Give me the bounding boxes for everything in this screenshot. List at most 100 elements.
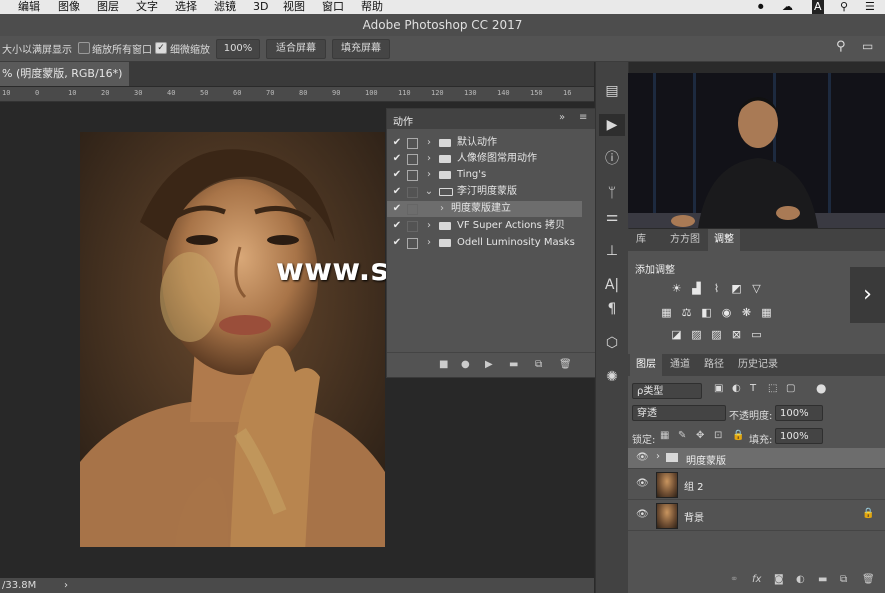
brightness-icon[interactable]: ☀ [670, 283, 683, 294]
new-group-icon[interactable]: ▬ [818, 574, 827, 585]
toggle-check-icon[interactable]: ✔ [391, 218, 403, 234]
toggle-check-icon[interactable]: ✔ [391, 184, 403, 200]
menu-type[interactable]: 文字 [136, 0, 158, 14]
search-icon[interactable]: ⚲ [840, 0, 848, 14]
menu-layer[interactable]: 图层 [97, 0, 119, 14]
blend-mode-select[interactable]: 穿透 [632, 405, 726, 421]
fit-screen-button[interactable]: 适合屏幕 [266, 39, 326, 59]
expand-arrow-icon[interactable]: › [437, 201, 447, 217]
levels-icon[interactable]: ▟ [690, 283, 703, 294]
3d-cube-icon[interactable]: ⬡ [599, 332, 625, 354]
status-arrow-icon[interactable]: › [64, 578, 68, 593]
tab-layers[interactable]: 图层 [630, 354, 662, 376]
fill-input[interactable]: 100% [775, 428, 823, 444]
video-icon[interactable]: ⏺ [758, 0, 764, 14]
dialog-toggle-icon[interactable] [407, 154, 418, 165]
action-row-selected[interactable]: ✔ › 明度蒙版建立 [387, 201, 582, 217]
character-icon[interactable]: A| [599, 274, 625, 296]
toggle-check-icon[interactable]: ✔ [391, 167, 403, 183]
filter-pixel-icon[interactable]: ▣ [714, 383, 723, 394]
play-icon[interactable]: ▶ [485, 359, 493, 370]
expand-arrow-icon[interactable]: › [424, 235, 434, 251]
actions-play-icon[interactable]: ▶ [599, 114, 625, 136]
filter-type-icon[interactable]: T [750, 383, 756, 394]
filter-adjustment-icon[interactable]: ◐ [732, 383, 741, 394]
tab-history[interactable]: 历史记录 [732, 354, 784, 376]
eye-icon[interactable]: 👁 [636, 478, 649, 489]
filter-toggle-icon[interactable]: ● [816, 381, 826, 395]
photo-filter-icon[interactable]: ◉ [720, 307, 733, 318]
dialog-toggle-icon[interactable] [407, 221, 418, 232]
lock-artboard-icon[interactable]: ⊡ [714, 430, 722, 441]
dialog-toggle-icon[interactable] [407, 138, 418, 149]
color-balance-icon[interactable]: ⚖ [680, 307, 693, 318]
workspace-icon[interactable]: ▭ [862, 39, 873, 53]
gradient-map-icon[interactable]: ▭ [750, 329, 763, 340]
menu-3d[interactable]: 3D [253, 0, 268, 14]
menu-select[interactable]: 选择 [175, 0, 197, 14]
eye-icon[interactable]: 👁 [636, 509, 649, 520]
add-mask-icon[interactable]: ◙ [774, 574, 784, 585]
toggle-check-icon[interactable]: ✔ [391, 235, 403, 251]
opacity-input[interactable]: 100% [775, 405, 823, 421]
tab-libraries[interactable]: 库 [630, 229, 652, 251]
black-white-icon[interactable]: ◧ [700, 307, 713, 318]
adobe-icon[interactable]: A [812, 0, 824, 14]
lock-image-icon[interactable]: ✎ [678, 430, 686, 441]
layer-row-selected[interactable]: 👁 › 明度蒙版 [628, 448, 885, 469]
posterize-icon[interactable]: ▨ [690, 329, 703, 340]
fill-screen-button[interactable]: 填充屏幕 [332, 39, 390, 59]
layer-filter-select[interactable]: ρ类型 [632, 383, 702, 399]
lock-position-icon[interactable]: ✥ [696, 430, 704, 441]
trash-icon[interactable]: 🗑 [559, 359, 572, 370]
eye-icon[interactable]: 👁 [636, 452, 649, 463]
trash-icon[interactable]: 🗑 [862, 574, 875, 585]
lock-transparent-icon[interactable]: ▦ [660, 430, 669, 441]
actions-panel-title[interactable]: 动作 [393, 113, 413, 128]
menu-view[interactable]: 视图 [283, 0, 305, 14]
layer-row[interactable]: 👁 背景 🔒 [628, 500, 885, 531]
hue-saturation-icon[interactable]: ▦ [660, 307, 673, 318]
tab-channels[interactable]: 通道 [664, 354, 696, 376]
selective-color-icon[interactable]: ⊠ [730, 329, 743, 340]
chevron-right-icon[interactable]: › [850, 267, 885, 323]
menu-help[interactable]: 帮助 [361, 0, 383, 14]
action-set-row[interactable]: ✔ › VF Super Actions 拷贝 [387, 218, 582, 234]
toggle-check-icon[interactable]: ✔ [391, 201, 403, 217]
action-set-row[interactable]: ✔ › Odell Luminosity Masks [387, 235, 582, 251]
threshold-icon[interactable]: ▨ [710, 329, 723, 340]
menu-edit[interactable]: 编辑 [18, 0, 40, 14]
dialog-toggle-icon[interactable] [407, 170, 418, 181]
record-icon[interactable]: ● [461, 359, 470, 370]
filter-shape-icon[interactable]: ⬚ [768, 383, 777, 394]
color-lookup-icon[interactable]: ▦ [760, 307, 773, 318]
stop-icon[interactable]: ■ [439, 359, 448, 370]
fx-icon[interactable]: fx [752, 574, 761, 585]
new-adjustment-layer-icon[interactable]: ◐ [796, 574, 805, 585]
search-icon[interactable]: ⚲ [836, 39, 846, 54]
scrubby-zoom-checkbox[interactable]: ✓ [155, 42, 167, 54]
zoom-all-checkbox[interactable] [78, 42, 90, 54]
resize-windows-label[interactable]: 大小以满屏显示 [2, 41, 72, 56]
expand-arrow-icon[interactable]: › [656, 451, 660, 462]
toggle-check-icon[interactable]: ✔ [391, 135, 403, 151]
layer-row[interactable]: 👁 组 2 [628, 469, 885, 500]
dialog-toggle-icon[interactable] [407, 187, 418, 198]
panel-menu-icon[interactable]: ≡ [579, 112, 587, 123]
link-layers-icon[interactable]: ⚭ [730, 574, 738, 585]
zoom-percent-button[interactable]: 100% [216, 39, 260, 59]
expand-arrow-icon[interactable]: › [424, 167, 434, 183]
invert-icon[interactable]: ◪ [670, 329, 683, 340]
info-icon[interactable]: ⓘ [599, 148, 625, 170]
action-set-row-expanded[interactable]: ✔ ⌄ 李汀明度蒙版 [387, 184, 582, 200]
expand-arrow-icon[interactable]: › [424, 218, 434, 234]
sun-icon[interactable]: ✺ [599, 366, 625, 388]
action-set-row[interactable]: ✔ › 人像修图常用动作 [387, 151, 582, 167]
creative-cloud-icon[interactable]: ☁ [782, 0, 793, 14]
new-action-icon[interactable]: ⧉ [535, 359, 542, 370]
exposure-icon[interactable]: ◩ [730, 283, 743, 294]
document-tab[interactable]: % (明度蒙版, RGB/16*) * [0, 62, 129, 104]
action-set-row[interactable]: ✔ › 默认动作 [387, 135, 582, 151]
collapse-arrow-icon[interactable]: ⌄ [424, 184, 434, 200]
clone-source-icon[interactable]: ⊥ [599, 240, 625, 262]
